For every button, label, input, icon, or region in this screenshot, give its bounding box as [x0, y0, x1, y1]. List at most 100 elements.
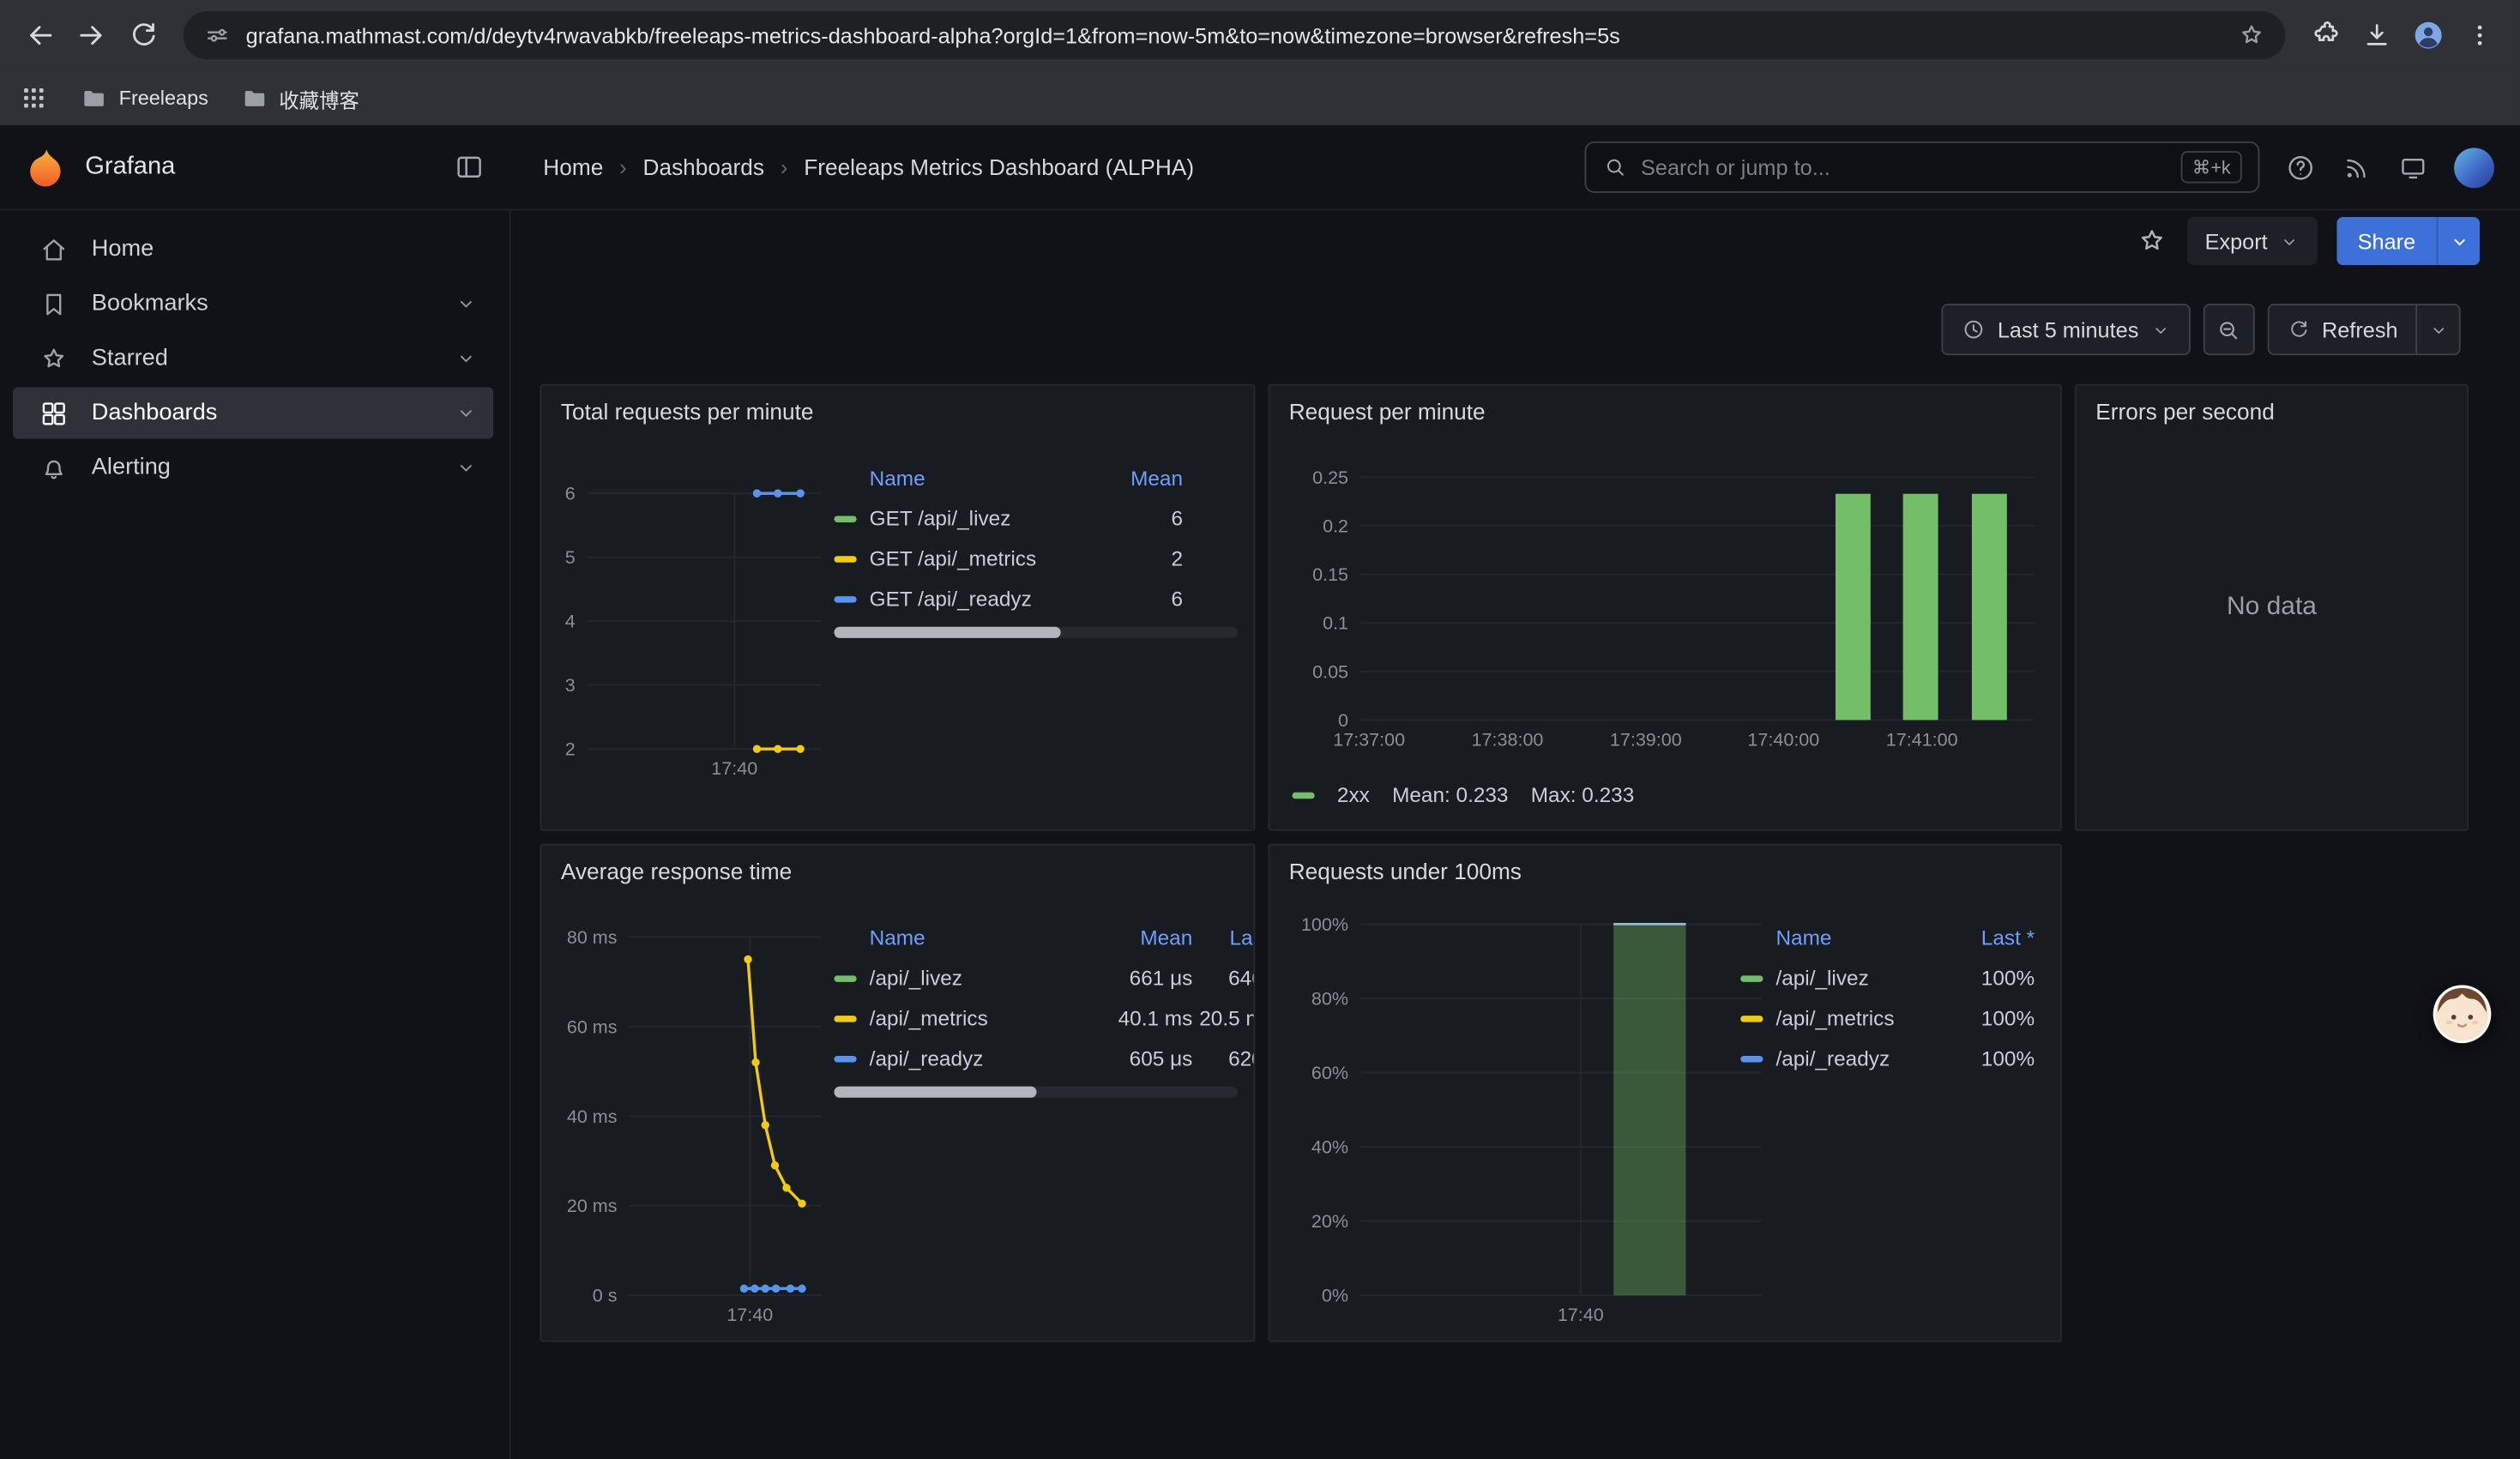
sidebar-item-label: Bookmarks	[92, 291, 208, 317]
search-input[interactable]: Search or jump to... ⌘+k	[1584, 142, 2259, 193]
svg-text:0.2: 0.2	[1323, 516, 1348, 537]
svg-text:40%: 40%	[1311, 1137, 1348, 1158]
legend-column-header[interactable]: Last *	[1951, 925, 2035, 949]
refresh-button[interactable]: Refresh	[2267, 304, 2460, 355]
legend-column-header[interactable]: Mean	[1093, 925, 1192, 949]
legend-row[interactable]: /api/_readyz605 μs620	[834, 1038, 1255, 1078]
legend-scrollbar[interactable]	[834, 1087, 1237, 1098]
legend-row[interactable]: /api/_metrics40.1 ms20.5 m	[834, 998, 1255, 1039]
legend-scrollbar[interactable]	[834, 627, 1237, 638]
assistant-avatar-face	[2432, 984, 2493, 1045]
legend-row[interactable]: GET /api/_metrics2	[834, 539, 1183, 579]
user-avatar[interactable]	[2454, 147, 2494, 187]
legend-row[interactable]: /api/_livez661 μs646	[834, 958, 1255, 998]
svg-text:17:40: 17:40	[711, 758, 757, 779]
browser-menu-button[interactable]	[2456, 11, 2504, 59]
bookmark-star-icon[interactable]	[2237, 21, 2266, 50]
svg-text:6: 6	[565, 484, 576, 504]
legend-row[interactable]: /api/_livez100%	[1740, 958, 2035, 998]
url-text[interactable]: grafana.mathmast.com/d/deytv4rwavabkb/fr…	[246, 23, 2223, 47]
breadcrumb-home[interactable]: Home	[543, 154, 603, 180]
sidebar-item-bookmarks[interactable]: Bookmarks	[13, 278, 493, 329]
export-button[interactable]: Export	[2187, 217, 2318, 265]
profile-button[interactable]	[2404, 11, 2452, 59]
series-color-dash	[1740, 1055, 1763, 1061]
panel-title[interactable]: Average response time	[561, 859, 792, 884]
url-bar[interactable]: grafana.mathmast.com/d/deytv4rwavabkb/fr…	[184, 11, 2286, 59]
site-info-icon[interactable]	[202, 21, 232, 50]
svg-text:60%: 60%	[1311, 1063, 1348, 1083]
dashboard-actions: Export Share	[2136, 217, 2480, 265]
panel-title[interactable]: Requests under 100ms	[1289, 859, 1522, 884]
legend-row[interactable]: GET /api/_readyz6	[834, 579, 1183, 619]
panel-title[interactable]: Total requests per minute	[561, 399, 814, 425]
grafana-header-left: Grafana	[0, 147, 511, 189]
folder-icon	[240, 84, 268, 112]
svg-text:3: 3	[565, 675, 576, 696]
no-data-message: No data	[2077, 386, 2467, 829]
share-menu-button[interactable]	[2437, 217, 2481, 265]
apps-grid-icon[interactable]	[19, 83, 48, 112]
sidebar-item-alerting[interactable]: Alerting	[13, 442, 493, 493]
profile-avatar-icon	[2411, 18, 2446, 53]
sidebar-toggle-icon[interactable]	[453, 151, 485, 183]
sidebar-item-home[interactable]: Home	[13, 223, 493, 274]
legend-column-header[interactable]: Las	[1192, 925, 1255, 949]
svg-text:0.15: 0.15	[1312, 564, 1348, 585]
svg-text:0: 0	[1338, 710, 1348, 731]
legend-column-header: Name	[1740, 925, 1950, 949]
downloads-button[interactable]	[2353, 11, 2401, 59]
refresh-icon	[2287, 317, 2311, 341]
favorite-star-icon[interactable]	[2136, 225, 2167, 256]
legend-row[interactable]: /api/_readyz100%	[1740, 1038, 2035, 1078]
breadcrumb-dashboards[interactable]: Dashboards	[643, 154, 764, 180]
reload-button[interactable]	[119, 11, 167, 59]
panel-errors-per-second: Errors per second No data	[2075, 384, 2469, 831]
assistant-avatar-bubble[interactable]	[2432, 984, 2493, 1045]
grafana-logo[interactable]	[26, 147, 68, 189]
bookmark-item-freeleaps[interactable]: Freeleaps	[81, 84, 208, 112]
zoom-out-button[interactable]	[2203, 304, 2254, 355]
legend-series-label[interactable]: 2xx	[1337, 782, 1370, 806]
panel-title[interactable]: Request per minute	[1289, 399, 1486, 425]
news-rss-icon[interactable]	[2342, 152, 2372, 183]
extensions-button[interactable]	[2301, 11, 2349, 59]
legend-column-header[interactable]: Mean	[1102, 465, 1183, 489]
forward-button[interactable]	[68, 11, 116, 59]
legend-max: Max: 0.233	[1531, 782, 1635, 806]
grafana-brand[interactable]: Grafana	[85, 153, 175, 182]
svg-text:100%: 100%	[1301, 914, 1348, 935]
bookmark-item-blog[interactable]: 收藏博客	[240, 82, 359, 113]
series-color-dash	[834, 595, 856, 601]
series-color-dash	[1740, 974, 1763, 980]
grid-icon	[39, 398, 69, 429]
help-icon[interactable]	[2285, 152, 2316, 183]
time-range-picker[interactable]: Last 5 minutes	[1941, 304, 2190, 355]
sidebar-item-dashboards[interactable]: Dashboards	[13, 388, 493, 439]
requests-under-100ms-chart: 100%80%60%40%20%0%17:40	[1276, 903, 1775, 1334]
back-button[interactable]	[16, 11, 64, 59]
share-button[interactable]: Share	[2336, 217, 2480, 265]
chevron-down-icon	[2279, 231, 2300, 251]
legend: 2xx Mean: 0.233 Max: 0.233	[1292, 782, 1634, 806]
star-icon	[39, 343, 69, 374]
sidebar-item-starred[interactable]: Starred	[13, 333, 493, 384]
svg-text:17:37:00: 17:37:00	[1333, 729, 1405, 750]
svg-text:20%: 20%	[1311, 1211, 1348, 1232]
svg-text:17:41:00: 17:41:00	[1886, 729, 1958, 750]
share-label: Share	[2336, 217, 2436, 265]
legend-column-header: Name	[834, 465, 1102, 489]
breadcrumb: Home › Dashboards › Freeleaps Metrics Da…	[543, 154, 1194, 180]
panel-average-response-time: Average response time 80 ms60 ms40 ms20 …	[540, 844, 1256, 1342]
refresh-interval-button[interactable]	[2415, 305, 2459, 353]
monitor-icon[interactable]	[2398, 152, 2429, 183]
legend-row[interactable]: /api/_metrics100%	[1740, 998, 2035, 1039]
refresh-label: Refresh	[2322, 317, 2398, 341]
legend-row[interactable]: GET /api/_livez6	[834, 498, 1183, 539]
dashboard-area: Export Share Last 5 minutes	[511, 210, 2520, 1459]
back-arrow-icon	[22, 18, 57, 53]
series-color-dash	[834, 1055, 856, 1061]
svg-text:5: 5	[565, 547, 576, 568]
legend-header-row: NameMean	[834, 456, 1183, 498]
folder-icon	[81, 84, 108, 112]
